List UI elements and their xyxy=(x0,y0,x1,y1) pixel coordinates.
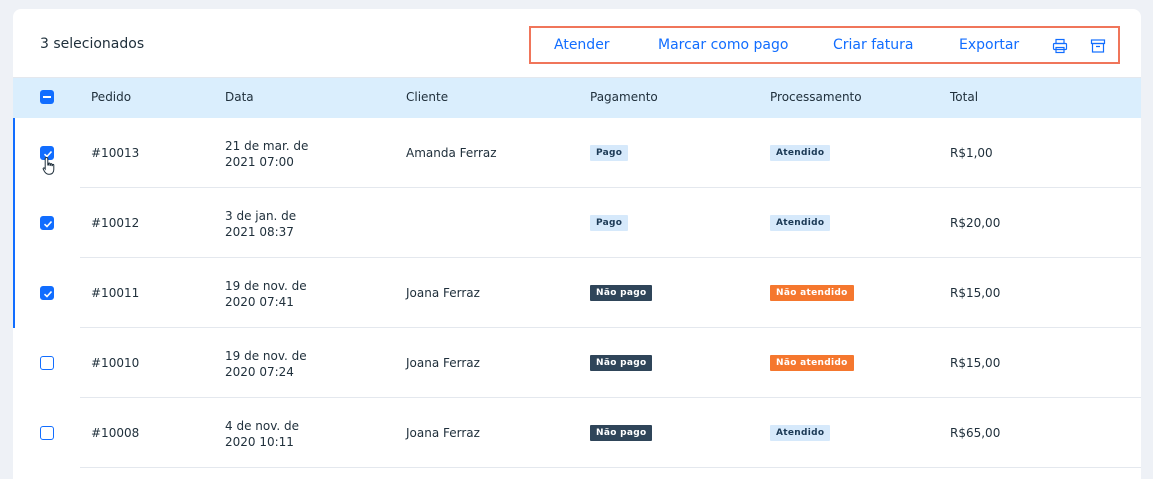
processing-status-badge: Não atendido xyxy=(770,355,854,371)
order-date-line2: 2020 07:41 xyxy=(225,295,294,309)
processing-status-badge: Atendido xyxy=(770,425,831,441)
printer-icon[interactable] xyxy=(1052,38,1068,54)
table-row[interactable]: #10010 19 de nov. de 2020 07:24 Joana Ferra… xyxy=(13,328,1141,398)
create-invoice-button[interactable]: Criar fatura xyxy=(833,37,913,53)
table-header: Pedido Data Cliente Pagamento Processame… xyxy=(13,78,1141,118)
order-date-line1: 19 de nov. de xyxy=(225,279,307,293)
header-total[interactable]: Total xyxy=(950,90,978,104)
order-date: 19 de nov. de 2020 07:41 xyxy=(225,278,335,310)
processing-status-badge: Não atendido xyxy=(770,285,854,301)
client-name: Amanda Ferraz xyxy=(406,146,497,160)
bulk-actions-group: Atender Marcar como pago Criar fatura Ex… xyxy=(529,26,1120,64)
order-total: R$65,00 xyxy=(950,426,1001,440)
row-selected-indicator xyxy=(13,258,15,328)
bulk-actions-toolbar: 3 selecionados Atender Marcar como pago … xyxy=(13,9,1141,78)
payment-status-badge: Não pago xyxy=(590,425,653,441)
header-processing[interactable]: Processamento xyxy=(770,90,862,104)
order-date-line2: 2020 07:24 xyxy=(225,365,294,379)
order-date-line1: 3 de jan. de xyxy=(225,209,297,223)
row-checkbox[interactable] xyxy=(40,356,54,370)
client-name: Joana Ferraz xyxy=(406,286,480,300)
header-payment[interactable]: Pagamento xyxy=(590,90,658,104)
selected-count: 3 selecionados xyxy=(40,36,145,52)
order-date-line2: 2020 10:11 xyxy=(225,435,294,449)
processing-status-badge: Atendido xyxy=(770,215,831,231)
order-number[interactable]: #10010 xyxy=(91,356,139,370)
hand-pointer-icon xyxy=(42,156,56,180)
payment-status-badge: Não pago xyxy=(590,355,653,371)
client-name: Joana Ferraz xyxy=(406,356,480,370)
order-total: R$20,00 xyxy=(950,216,1001,230)
payment-status-badge: Pago xyxy=(590,145,629,161)
check-icon xyxy=(43,220,53,228)
row-divider xyxy=(80,467,1141,468)
client-name: Joana Ferraz xyxy=(406,426,480,440)
order-total: R$1,00 xyxy=(950,146,993,160)
order-date: 3 de jan. de 2021 08:37 xyxy=(225,208,335,240)
order-date: 21 de mar. de 2021 07:00 xyxy=(225,138,335,170)
processing-status-badge: Atendido xyxy=(770,145,831,161)
orders-card: 3 selecionados Atender Marcar como pago … xyxy=(13,9,1141,479)
mark-as-paid-button[interactable]: Marcar como pago xyxy=(658,37,788,53)
table-body: #10013 21 de mar. de 2021 07:00 Amanda Ferr… xyxy=(13,118,1141,468)
table-row[interactable]: #10011 19 de nov. de 2020 07:41 Joana Ferra… xyxy=(13,258,1141,328)
row-checkbox[interactable] xyxy=(40,216,54,230)
archive-icon[interactable] xyxy=(1090,38,1106,54)
header-client[interactable]: Cliente xyxy=(406,90,448,104)
order-total: R$15,00 xyxy=(950,356,1001,370)
row-selected-indicator xyxy=(13,188,15,258)
row-selected-indicator xyxy=(13,118,15,188)
order-date-line1: 19 de nov. de xyxy=(225,349,307,363)
order-number[interactable]: #10011 xyxy=(91,286,139,300)
order-number[interactable]: #10008 xyxy=(91,426,139,440)
order-date: 4 de nov. de 2020 10:11 xyxy=(225,418,335,450)
header-order[interactable]: Pedido xyxy=(91,90,131,104)
header-date[interactable]: Data xyxy=(225,90,254,104)
check-icon xyxy=(43,290,53,298)
order-date: 19 de nov. de 2020 07:24 xyxy=(225,348,335,380)
table-row[interactable]: #10013 21 de mar. de 2021 07:00 Amanda Ferr… xyxy=(13,118,1141,188)
select-all-checkbox[interactable] xyxy=(40,90,54,104)
table-row[interactable]: #10008 4 de nov. de 2020 10:11 Joana Ferraz… xyxy=(13,398,1141,468)
order-date-line1: 4 de nov. de xyxy=(225,419,300,433)
order-date-line1: 21 de mar. de xyxy=(225,139,309,153)
export-button[interactable]: Exportar xyxy=(959,37,1019,53)
order-number[interactable]: #10012 xyxy=(91,216,139,230)
row-checkbox[interactable] xyxy=(40,286,54,300)
order-date-line2: 2021 08:37 xyxy=(225,225,294,239)
row-checkbox[interactable] xyxy=(40,426,54,440)
order-number[interactable]: #10013 xyxy=(91,146,139,160)
order-total: R$15,00 xyxy=(950,286,1001,300)
payment-status-badge: Não pago xyxy=(590,285,653,301)
order-date-line2: 2021 07:00 xyxy=(225,155,294,169)
fulfill-button[interactable]: Atender xyxy=(554,37,610,53)
payment-status-badge: Pago xyxy=(590,215,629,231)
table-row[interactable]: #10012 3 de jan. de 2021 08:37 Pago Atendido… xyxy=(13,188,1141,258)
